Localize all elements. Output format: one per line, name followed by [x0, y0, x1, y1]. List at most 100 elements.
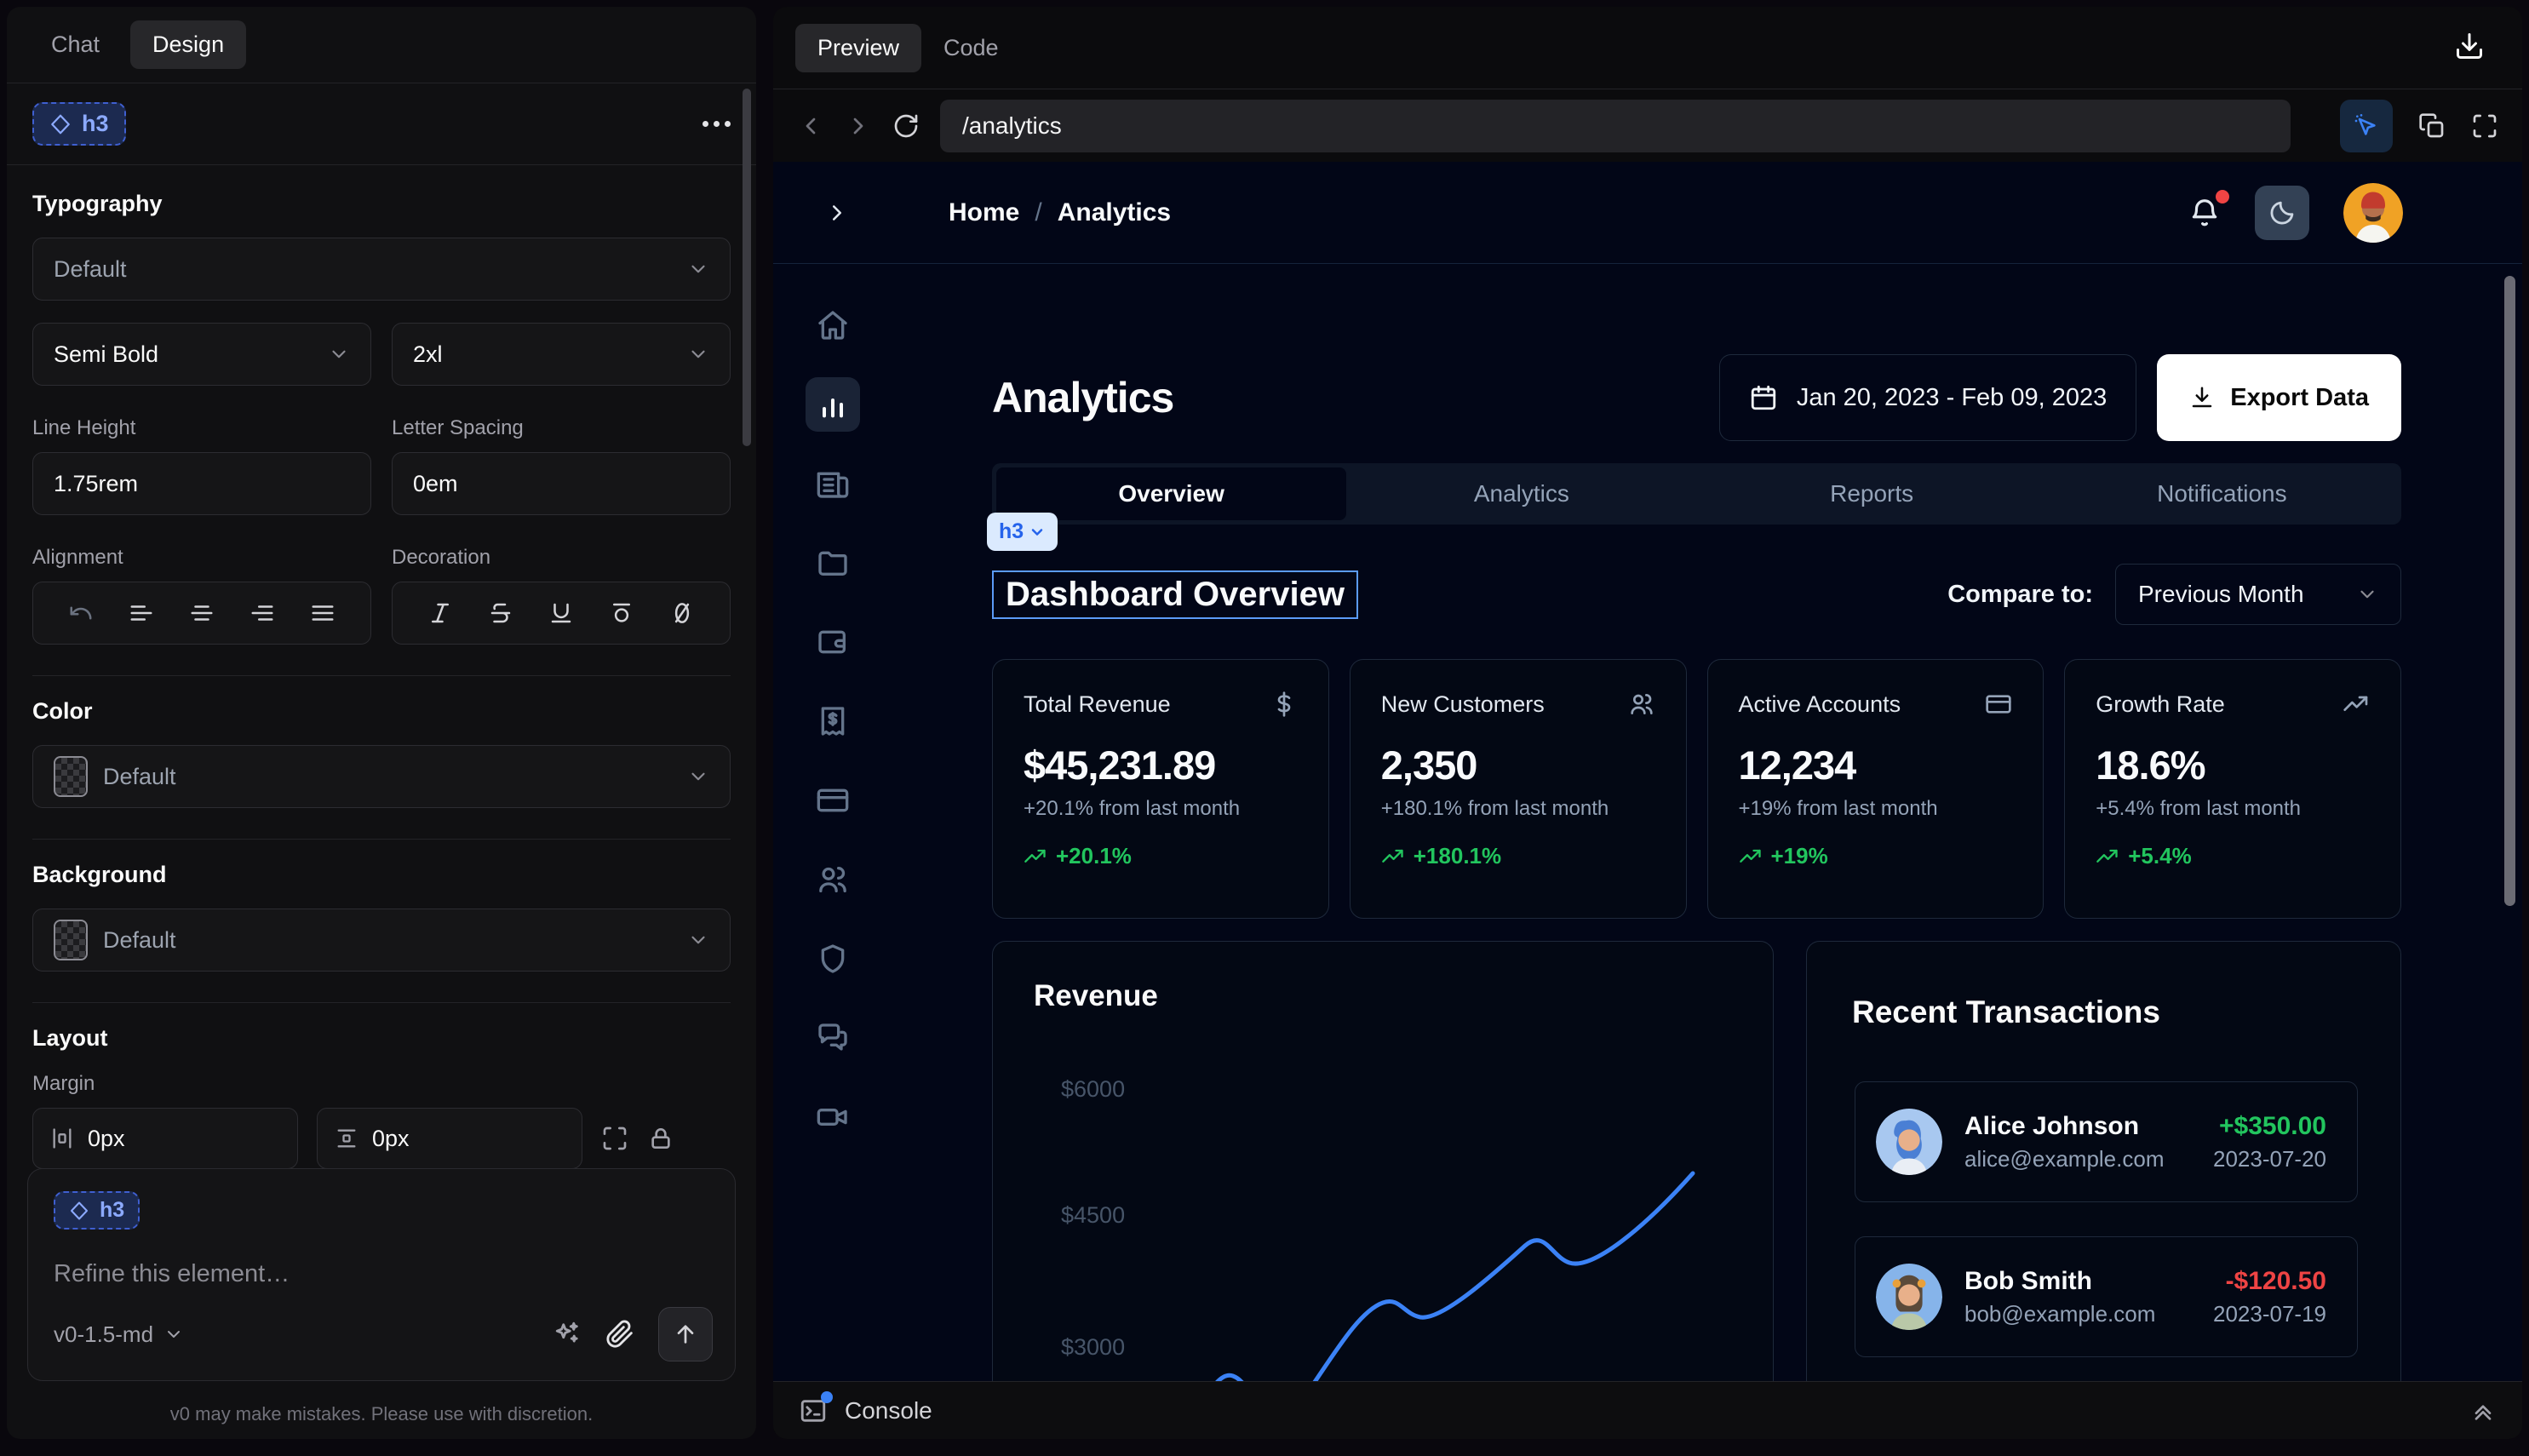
theme-toggle-button[interactable] [2255, 186, 2309, 240]
users-icon [816, 863, 850, 897]
color-section-title: Color [32, 698, 731, 725]
margin-y-input[interactable]: 0px [317, 1108, 582, 1169]
composer-element-badge[interactable]: h3 [54, 1191, 140, 1230]
expand-margin-icon[interactable] [601, 1125, 628, 1152]
color-select[interactable]: Default [32, 745, 731, 808]
model-select[interactable]: v0-1.5-md [54, 1321, 184, 1348]
underline-icon[interactable] [548, 600, 574, 626]
sidebar-item-news[interactable] [806, 456, 860, 511]
chevron-down-icon [687, 929, 709, 951]
letter-spacing-input[interactable]: 0em [392, 452, 731, 515]
layout-section-title: Layout [32, 1025, 731, 1052]
notifications-button[interactable] [2188, 197, 2221, 229]
font-weight-select[interactable]: Semi Bold [32, 323, 371, 386]
breadcrumb-home[interactable]: Home [949, 198, 1019, 227]
sidebar-item-invoices[interactable] [806, 694, 860, 748]
chevron-down-icon [2356, 583, 2378, 605]
undo-icon[interactable] [68, 600, 94, 626]
sidebar-item-video[interactable] [806, 1090, 860, 1144]
back-icon[interactable] [797, 112, 824, 140]
overline-icon[interactable] [609, 600, 634, 626]
sidebar-item-home[interactable] [806, 298, 860, 353]
margin-label: Margin [32, 1072, 731, 1096]
copy-icon[interactable] [2418, 112, 2446, 140]
chevron-down-icon [1029, 524, 1046, 541]
chevrons-up-icon[interactable] [2469, 1397, 2497, 1424]
user-avatar[interactable] [2343, 183, 2403, 243]
transaction-date: 2023-07-19 [2213, 1301, 2326, 1327]
selected-element-badge[interactable]: h3 [32, 102, 126, 146]
line-height-input[interactable]: 1.75rem [32, 452, 371, 515]
align-right-icon[interactable] [249, 600, 275, 626]
tab-design[interactable]: Design [130, 20, 246, 69]
align-justify-icon[interactable] [310, 600, 335, 626]
trending-up-icon [1381, 845, 1405, 868]
recent-transactions-card: Recent Transactions Alice Johnson alice@… [1806, 941, 2401, 1381]
clear-decoration-icon[interactable] [669, 600, 695, 626]
chevron-down-icon [687, 765, 709, 788]
moon-icon [2268, 198, 2297, 227]
diamond-icon [49, 113, 72, 135]
preview-scrollbar[interactable] [2504, 276, 2515, 906]
paperclip-icon[interactable] [605, 1320, 634, 1349]
sparkles-icon[interactable] [553, 1320, 582, 1349]
chevron-down-icon [687, 258, 709, 280]
transaction-row[interactable]: Bob Smith bob@example.com -$120.50 2023-… [1855, 1236, 2358, 1357]
font-size-select[interactable]: 2xl [392, 323, 731, 386]
italic-icon[interactable] [427, 600, 453, 626]
revenue-line-chart [993, 942, 1775, 1381]
export-data-button[interactable]: Export Data [2157, 354, 2401, 441]
margin-x-input[interactable]: 0px [32, 1108, 298, 1169]
tab-analytics[interactable]: Analytics [1346, 467, 1696, 520]
date-range-button[interactable]: Jan 20, 2023 - Feb 09, 2023 [1719, 354, 2136, 441]
refine-composer[interactable]: h3 Refine this element… v0-1.5-md [27, 1168, 736, 1381]
tab-preview[interactable]: Preview [795, 24, 921, 72]
divider [32, 839, 731, 840]
composer-placeholder[interactable]: Refine this element… [54, 1260, 709, 1288]
align-center-icon[interactable] [189, 600, 215, 626]
lock-margin-icon[interactable] [647, 1125, 674, 1152]
tab-code[interactable]: Code [921, 24, 1021, 72]
sidebar-item-security[interactable] [806, 931, 860, 986]
sidebar-item-wallet[interactable] [806, 615, 860, 669]
preview-panel: Preview Code /analytics Home / Analytics [773, 7, 2522, 1439]
refresh-icon[interactable] [892, 112, 920, 140]
avatar [1876, 1109, 1942, 1175]
revenue-chart-card: Revenue $6000 $4500 $3000 [992, 941, 1774, 1381]
stat-card-new-customers: New Customers 2,350 +180.1% from last mo… [1350, 659, 1687, 919]
sidebar-toggle-icon[interactable] [824, 200, 850, 226]
trending-up-icon [1739, 845, 1763, 868]
background-select[interactable]: Default [32, 909, 731, 972]
left-tab-bar: Chat Design [7, 7, 756, 83]
trending-up-icon [2096, 845, 2119, 868]
more-options-icon[interactable] [702, 121, 731, 127]
strikethrough-icon[interactable] [488, 600, 513, 626]
sidebar-item-messages[interactable] [806, 1011, 860, 1065]
align-left-icon[interactable] [129, 600, 154, 626]
cursor-select-button[interactable] [2340, 100, 2393, 152]
compare-select[interactable]: Previous Month [2115, 564, 2401, 625]
sidebar-item-files[interactable] [806, 536, 860, 590]
newspaper-icon [816, 467, 850, 501]
console-bar[interactable]: Console [773, 1381, 2522, 1439]
wallet-icon [816, 625, 850, 659]
left-panel-scrollbar[interactable] [743, 89, 751, 446]
sidebar-item-analytics[interactable] [806, 377, 860, 432]
transactions-title: Recent Transactions [1852, 995, 2160, 1030]
selection-tag-chip[interactable]: h3 [987, 513, 1058, 551]
tab-chat[interactable]: Chat [29, 20, 122, 69]
download-icon[interactable] [2454, 31, 2485, 61]
chevron-down-icon [687, 343, 709, 365]
tab-notifications[interactable]: Notifications [2047, 467, 2397, 520]
url-input[interactable]: /analytics [940, 100, 2291, 152]
sidebar-item-cards[interactable] [806, 773, 860, 828]
fullscreen-icon[interactable] [2471, 112, 2498, 140]
submit-button[interactable] [658, 1307, 713, 1361]
tab-reports[interactable]: Reports [1697, 467, 2047, 520]
bar-chart-icon [816, 387, 850, 421]
sidebar-item-customers[interactable] [806, 852, 860, 907]
selected-heading[interactable]: Dashboard Overview [992, 570, 1358, 619]
forward-icon[interactable] [845, 112, 872, 140]
font-family-select[interactable]: Default [32, 238, 731, 301]
transaction-row[interactable]: Alice Johnson alice@example.com +$350.00… [1855, 1081, 2358, 1202]
